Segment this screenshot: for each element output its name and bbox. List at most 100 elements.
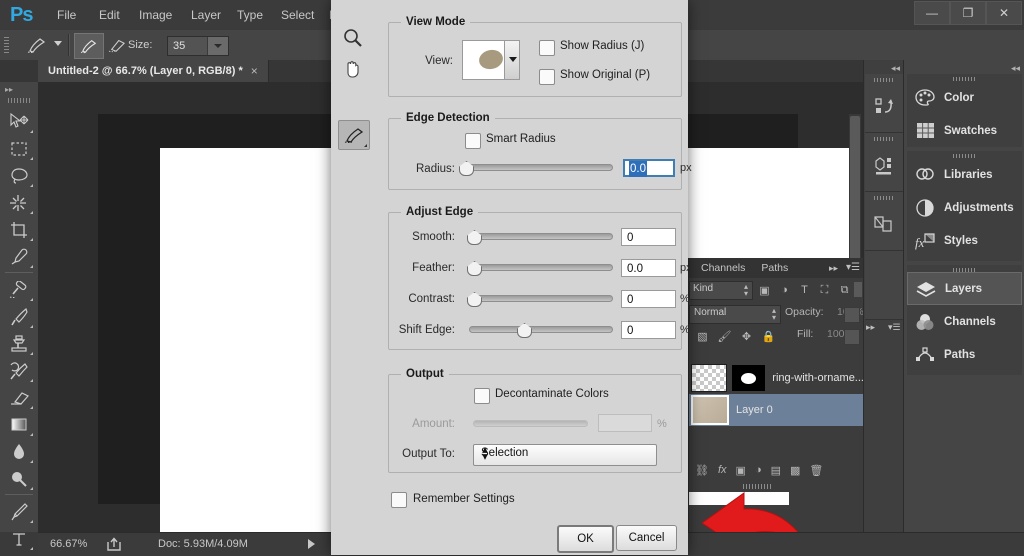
menu-layer[interactable]: Layer (182, 0, 230, 30)
sidebar-item-channels[interactable]: Channels (907, 305, 1022, 338)
menu-image[interactable]: Image (130, 0, 181, 30)
share-icon[interactable] (106, 537, 122, 552)
lock-position-icon[interactable]: ✥ (737, 328, 756, 344)
preset-chevron-down-icon[interactable] (54, 41, 62, 46)
blur-tool[interactable] (3, 438, 35, 465)
contrast-slider-track[interactable] (469, 295, 613, 302)
decontaminate-colors-checkbox[interactable] (474, 388, 490, 404)
link-layers-icon[interactable]: ⛓ (695, 464, 709, 477)
smooth-input[interactable]: 0 (621, 228, 676, 246)
new-layer-icon[interactable]: ▩ (790, 464, 800, 477)
delete-layer-icon[interactable]: 🗑 (809, 464, 823, 477)
rectangular-marquee-tool[interactable] (3, 135, 35, 162)
layer-comps-panel-icon[interactable] (865, 192, 903, 251)
layer-thumbnail[interactable] (691, 395, 729, 425)
menu-edit[interactable]: Edit (90, 0, 129, 30)
show-radius-checkbox[interactable] (539, 40, 555, 56)
table-row[interactable]: ring-with-orname... (689, 362, 864, 394)
add-mask-icon[interactable]: ▣ (736, 464, 746, 477)
dodge-tool[interactable] (3, 465, 35, 492)
brush-tool[interactable] (3, 303, 35, 330)
decontaminate-colors-label[interactable]: Decontaminate Colors (495, 388, 609, 400)
sidebar-item-adjustments[interactable]: Adjustments (907, 191, 1022, 224)
remember-settings-checkbox[interactable] (391, 492, 407, 508)
blend-stepper-icon[interactable]: ▴ ▾ (772, 307, 776, 322)
gradient-tool[interactable] (3, 411, 35, 438)
lock-image-pixels-icon[interactable]: 🖌 (715, 328, 734, 344)
lock-transparency-icon[interactable]: ▧ (693, 328, 712, 344)
eyedropper-tool[interactable] (3, 243, 35, 270)
menu-type[interactable]: Type (228, 0, 272, 30)
empty-dock-cell[interactable] (865, 251, 903, 320)
sidebar-item-styles[interactable]: fx Styles (907, 224, 1022, 257)
restore-button[interactable]: ❐ (950, 1, 986, 25)
remember-settings-label[interactable]: Remember Settings (413, 493, 515, 505)
new-group-icon[interactable]: ▤ (771, 464, 781, 477)
brush-size-chevron-down-icon[interactable] (207, 37, 228, 55)
filter-image-icon[interactable]: ▣ (755, 282, 774, 298)
toolbar-grip[interactable] (8, 98, 30, 103)
smooth-slider-track[interactable] (469, 233, 613, 240)
layer-thumbnail[interactable] (691, 364, 727, 392)
ok-button[interactable]: OK (557, 525, 614, 553)
tab-channels[interactable]: Channels (693, 258, 753, 278)
filter-smart-object-icon[interactable]: ⧉ (835, 282, 854, 298)
refine-brush-preset-icon[interactable] (22, 33, 52, 57)
document-tab[interactable]: Untitled-2 @ 66.7% (Layer 0, RGB/8) * × (38, 60, 269, 82)
smart-radius-label[interactable]: Smart Radius (486, 133, 556, 145)
kind-stepper-icon[interactable]: ▴ ▾ (744, 283, 748, 298)
status-expand-icon[interactable] (308, 539, 315, 549)
filter-shape-icon[interactable]: ⛶ (815, 282, 834, 298)
contrast-input[interactable]: 0 (621, 290, 676, 308)
properties-panel-icon[interactable] (865, 133, 903, 192)
output-to-select[interactable]: Selection ▴ ▾ (473, 444, 657, 466)
sidebar-item-swatches[interactable]: Swatches (907, 114, 1022, 147)
erase-refinements-tool-button[interactable] (104, 33, 130, 57)
hand-tool[interactable] (338, 54, 368, 82)
output-to-stepper-icon[interactable]: ▴ ▾ (481, 444, 489, 463)
right-dock-collapse-icon[interactable]: ◂◂ (1011, 63, 1020, 74)
zoom-level[interactable]: 66.67% (50, 533, 87, 556)
table-row[interactable]: Layer 0 (689, 394, 864, 426)
feather-input[interactable]: 0.0 (621, 259, 676, 277)
show-original-checkbox[interactable] (539, 69, 555, 85)
pen-tool[interactable] (3, 498, 35, 525)
refine-radius-brush-tool[interactable] (338, 120, 370, 150)
feather-slider-track[interactable] (469, 264, 613, 271)
sidebar-item-color[interactable]: Color (907, 81, 1022, 114)
dock-menu-icon[interactable]: ▾☰ (888, 322, 901, 333)
radius-input[interactable]: 0.0 (623, 159, 675, 177)
layer-kind-filter[interactable]: Kind ▴ ▾ (689, 281, 753, 300)
minimize-button[interactable]: — (914, 1, 950, 25)
fill-chevron-down-icon[interactable] (844, 329, 860, 345)
view-preview-chevron-down-icon[interactable] (504, 40, 520, 80)
options-bar-grip[interactable] (4, 37, 9, 53)
eraser-tool[interactable] (3, 384, 35, 411)
zoom-tool[interactable] (338, 24, 368, 52)
sidebar-item-libraries[interactable]: Libraries (907, 158, 1022, 191)
panel-expand-icon[interactable]: ▸▸ (829, 263, 838, 274)
menu-file[interactable]: File (48, 0, 85, 30)
spot-healing-brush-tool[interactable] (3, 276, 35, 303)
lasso-tool[interactable] (3, 162, 35, 189)
menu-select[interactable]: Select (272, 0, 323, 30)
dock-expand-icon[interactable]: ▸▸ (866, 322, 875, 333)
layer-styles-fx-icon[interactable]: fx (718, 464, 727, 476)
show-original-label[interactable]: Show Original (P) (560, 69, 650, 81)
magic-wand-tool[interactable] (3, 189, 35, 216)
blend-mode-select[interactable]: Normal ▴ ▾ (689, 305, 781, 324)
opacity-chevron-down-icon[interactable] (844, 307, 860, 323)
filter-adjustment-icon[interactable]: ◑ (775, 282, 794, 298)
panel-menu-icon[interactable]: ▾☰ (846, 262, 860, 273)
crop-tool[interactable] (3, 216, 35, 243)
refine-radius-tool-button[interactable] (74, 33, 104, 59)
tab-paths[interactable]: Paths (753, 258, 796, 278)
history-brush-tool[interactable] (3, 357, 35, 384)
layer-mask-thumbnail[interactable] (731, 365, 766, 391)
sidebar-item-layers[interactable]: Layers (907, 272, 1022, 305)
cancel-button[interactable]: Cancel (616, 525, 677, 551)
view-preview-thumbnail[interactable] (462, 40, 520, 80)
move-tool[interactable] (3, 108, 35, 135)
radius-slider-track[interactable] (461, 164, 613, 171)
filter-toggle-switch[interactable] (854, 282, 862, 297)
